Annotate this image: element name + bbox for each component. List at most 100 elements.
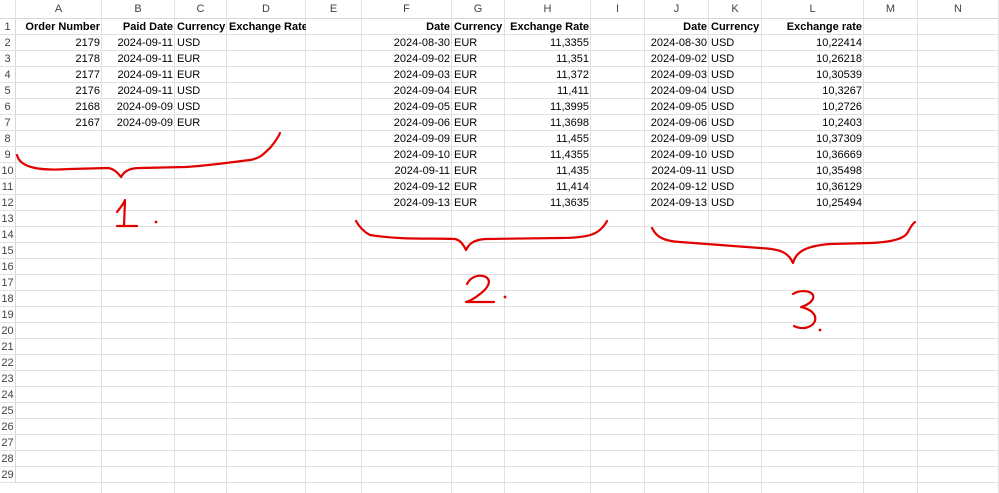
table1-cell[interactable]: USD [175,35,227,51]
table1-cell[interactable]: USD [175,83,227,99]
table3-cell[interactable]: 2024-09-12 [645,179,709,195]
table2-cell[interactable]: 2024-08-30 [362,35,452,51]
table2-cell[interactable]: EUR [452,147,505,163]
table2-header-cell[interactable]: Currency [452,19,505,35]
table3-cell[interactable]: 10,37309 [762,131,864,147]
table3-cell[interactable]: 10,30539 [762,67,864,83]
table3-cell[interactable]: USD [709,83,762,99]
row-header-21[interactable]: 21 [0,339,16,355]
table1-header-cell[interactable]: Order Number [16,19,102,35]
table2-cell[interactable]: 11,4355 [505,147,591,163]
table2-cell[interactable]: EUR [452,115,505,131]
table2-cell[interactable]: 11,455 [505,131,591,147]
table2-cell[interactable]: EUR [452,67,505,83]
table3-cell[interactable]: 2024-08-30 [645,35,709,51]
column-header-f[interactable]: F [362,0,452,19]
table2-cell[interactable]: EUR [452,195,505,211]
spreadsheet-grid[interactable]: ABCDEFGHIJKLMN 1 2 3 4 5 6 7 8 9 10 11 12 13 14 15 16 17… [0,0,999,493]
table3-cell[interactable]: USD [709,163,762,179]
table2-cell[interactable]: 11,414 [505,179,591,195]
table2-cell[interactable]: 2024-09-11 [362,163,452,179]
row-header-4[interactable]: 4 [0,67,16,83]
table3-cell[interactable]: 10,3267 [762,83,864,99]
table2-cell[interactable]: EUR [452,163,505,179]
table2-header-cell[interactable]: Date [362,19,452,35]
row-header-8[interactable]: 8 [0,131,16,147]
table3-cell[interactable]: 10,36669 [762,147,864,163]
table1-cell[interactable]: 2024-09-11 [102,67,175,83]
table1-cell[interactable]: 2177 [16,67,102,83]
row-header-25[interactable]: 25 [0,403,16,419]
table1-cell[interactable]: 2167 [16,115,102,131]
column-header-n[interactable]: N [918,0,999,19]
table2-cell[interactable]: 11,3698 [505,115,591,131]
row-header-29[interactable]: 29 [0,467,16,483]
row-header-12[interactable]: 12 [0,195,16,211]
table3-cell[interactable]: 2024-09-04 [645,83,709,99]
row-header-24[interactable]: 24 [0,387,16,403]
table3-cell[interactable]: USD [709,51,762,67]
table2-cell[interactable]: 2024-09-05 [362,99,452,115]
table3-cell[interactable]: 10,35498 [762,163,864,179]
table3-cell[interactable]: 10,22414 [762,35,864,51]
table3-cell[interactable]: USD [709,115,762,131]
table3-cell[interactable]: 2024-09-03 [645,67,709,83]
column-header-j[interactable]: J [645,0,709,19]
row-header-13[interactable]: 13 [0,211,16,227]
column-header-a[interactable]: A [16,0,102,19]
table1-cell[interactable]: USD [175,99,227,115]
table3-cell[interactable]: 2024-09-13 [645,195,709,211]
row-header-6[interactable]: 6 [0,99,16,115]
table1-cell[interactable]: EUR [175,67,227,83]
table1-cell[interactable]: 2024-09-11 [102,51,175,67]
column-header-b[interactable]: B [102,0,175,19]
table1-cell[interactable]: 2168 [16,99,102,115]
table3-cell[interactable]: USD [709,35,762,51]
row-header-3[interactable]: 3 [0,51,16,67]
row-header-16[interactable]: 16 [0,259,16,275]
table1-cell[interactable] [227,83,306,99]
table3-cell[interactable]: USD [709,179,762,195]
table3-header-cell[interactable]: Exchange rate [762,19,864,35]
table1-cell[interactable] [227,51,306,67]
column-header-e[interactable]: E [306,0,362,19]
row-header-14[interactable]: 14 [0,227,16,243]
table2-cell[interactable]: 11,372 [505,67,591,83]
table1-header-cell[interactable]: Exchange Rate [227,19,306,35]
row-header-28[interactable]: 28 [0,451,16,467]
row-header-23[interactable]: 23 [0,371,16,387]
table2-cell[interactable]: 2024-09-04 [362,83,452,99]
row-header-7[interactable]: 7 [0,115,16,131]
table1-cell[interactable]: 2024-09-09 [102,115,175,131]
row-header-27[interactable]: 27 [0,435,16,451]
table2-cell[interactable]: 11,435 [505,163,591,179]
table2-cell[interactable]: 2024-09-13 [362,195,452,211]
table2-cell[interactable]: 2024-09-03 [362,67,452,83]
table3-cell[interactable]: 10,36129 [762,179,864,195]
table3-cell[interactable]: 2024-09-02 [645,51,709,67]
table3-cell[interactable]: 10,2726 [762,99,864,115]
table2-cell[interactable]: EUR [452,179,505,195]
table1-cell[interactable]: 2024-09-11 [102,83,175,99]
table3-cell[interactable]: USD [709,131,762,147]
table1-header-cell[interactable]: Currency [175,19,227,35]
column-header-d[interactable]: D [227,0,306,19]
table2-cell[interactable]: EUR [452,35,505,51]
row-header-1[interactable]: 1 [0,19,16,35]
table2-cell[interactable]: EUR [452,51,505,67]
table2-cell[interactable]: EUR [452,131,505,147]
table1-cell[interactable] [227,115,306,131]
table3-cell[interactable]: 2024-09-10 [645,147,709,163]
table3-cell[interactable]: USD [709,147,762,163]
table3-cell[interactable]: 10,2403 [762,115,864,131]
row-header-9[interactable]: 9 [0,147,16,163]
table2-cell[interactable]: 11,3355 [505,35,591,51]
row-header-26[interactable]: 26 [0,419,16,435]
row-header-18[interactable]: 18 [0,291,16,307]
table3-header-cell[interactable]: Currency [709,19,762,35]
table1-cell[interactable]: 2024-09-11 [102,35,175,51]
table3-header-cell[interactable]: Date [645,19,709,35]
table3-cell[interactable]: 10,26218 [762,51,864,67]
table1-cell[interactable]: EUR [175,115,227,131]
table1-cell[interactable]: 2024-09-09 [102,99,175,115]
